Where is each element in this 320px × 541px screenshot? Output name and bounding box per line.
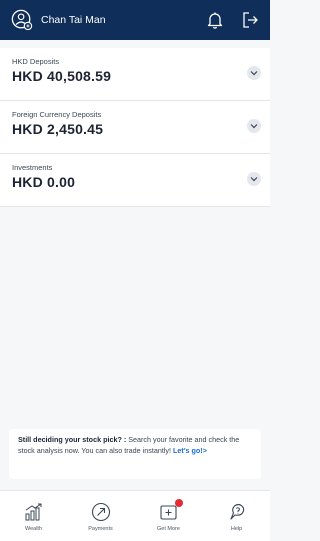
- account-row-hkd-deposits[interactable]: HKD Deposits HKD 40,508.59: [0, 48, 270, 101]
- get-more-icon: [158, 499, 183, 523]
- payments-icon: [91, 502, 110, 522]
- tab-wealth[interactable]: Wealth: [0, 491, 67, 541]
- bottom-tab-bar: Wealth Payments Get More Help: [0, 490, 270, 541]
- account-label: HKD Deposits: [12, 57, 60, 66]
- profile-avatar-icon[interactable]: [11, 9, 33, 31]
- account-row-foreign-currency-deposits[interactable]: Foreign Currency Deposits HKD 2,450.45: [0, 101, 270, 154]
- chevron-down-icon[interactable]: [247, 66, 261, 80]
- tab-help[interactable]: Help: [203, 491, 270, 541]
- tab-label: Wealth: [24, 526, 43, 532]
- account-label: Investments: [12, 163, 53, 172]
- accounts-list: HKD Deposits HKD 40,508.59 Foreign Curre…: [0, 48, 270, 207]
- help-icon: [229, 503, 244, 520]
- promo-heading: Still deciding your stock pick? :: [18, 435, 127, 444]
- account-amount: HKD 0.00: [12, 174, 76, 190]
- tab-get-more[interactable]: Get More: [135, 491, 202, 541]
- tab-label: Payments: [88, 526, 113, 532]
- promo-text: Still deciding your stock pick? : Search…: [18, 434, 254, 456]
- wealth-icon: [25, 503, 41, 521]
- account-amount: HKD 2,450.45: [12, 121, 104, 137]
- account-amount: HKD 40,508.59: [12, 68, 112, 84]
- tab-label: Get More: [157, 526, 180, 532]
- tab-payments[interactable]: Payments: [67, 491, 134, 541]
- top-header: Chan Tai Man: [0, 0, 270, 40]
- stock-promo-banner[interactable]: Still deciding your stock pick? : Search…: [9, 429, 261, 479]
- chevron-down-icon[interactable]: [247, 119, 261, 133]
- bell-icon[interactable]: [207, 11, 223, 29]
- chevron-down-icon[interactable]: [247, 172, 261, 186]
- promo-link[interactable]: Let's go!>: [173, 446, 207, 455]
- tab-label: Help: [230, 526, 243, 532]
- account-label: Foreign Currency Deposits: [12, 110, 102, 119]
- user-name: Chan Tai Man: [41, 14, 106, 26]
- logout-icon[interactable]: [241, 11, 259, 29]
- account-row-investments[interactable]: Investments HKD 0.00: [0, 154, 270, 207]
- notification-badge: [174, 499, 183, 507]
